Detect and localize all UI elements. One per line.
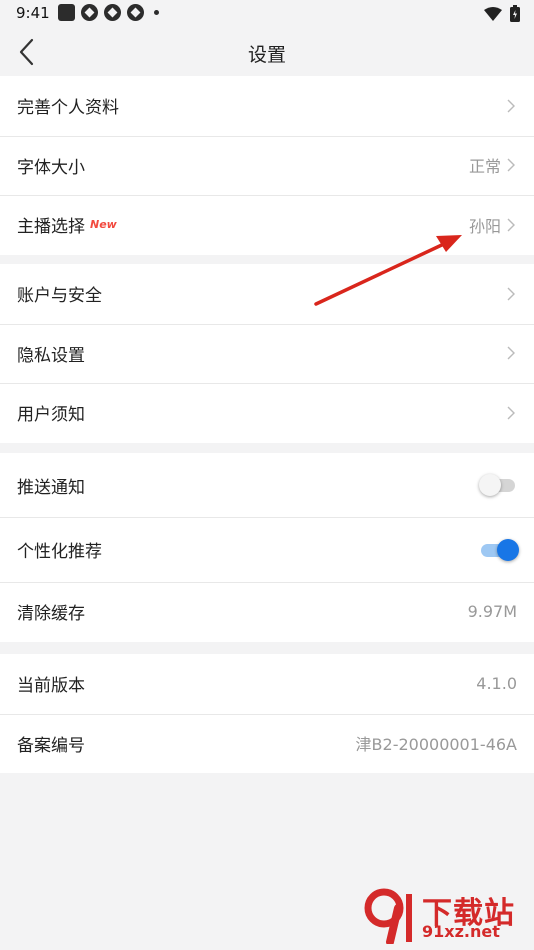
font-size-label: 字体大小 (17, 157, 85, 178)
account-security-label: 账户与安全 (17, 286, 102, 307)
chevron-right-icon (507, 98, 517, 114)
icp-record-label: 备案编号 (17, 735, 85, 756)
anchor-select-value: 孙阳 (468, 216, 501, 236)
profile-label: 完善个人资料 (17, 98, 119, 119)
watermark-logo-icon (364, 888, 412, 944)
settings-group-preferences: 推送通知 个性化推荐 清除缓存 9.97M (0, 453, 534, 642)
settings-group-profile: 完善个人资料 字体大小 正常 主播选择 New 孙阳 (0, 76, 534, 255)
chevron-right-icon (507, 345, 517, 361)
profile-row[interactable]: 完善个人资料 (0, 76, 534, 136)
watermark-url: 91xz.net (422, 922, 500, 941)
new-badge: New (90, 218, 117, 232)
clear-cache-row[interactable]: 清除缓存 9.97M (0, 582, 534, 642)
title-bar: 设置 (0, 28, 534, 76)
system-icons (484, 5, 520, 22)
notification-icon (127, 4, 144, 21)
settings-group-account: 账户与安全 隐私设置 用户须知 (0, 264, 534, 443)
anchor-select-label: 主播选择 (17, 217, 85, 238)
push-notification-label: 推送通知 (17, 477, 85, 498)
settings-group-about: 当前版本 4.1.0 备案编号 津B2-20000001-46A (0, 654, 534, 773)
wifi-icon (484, 6, 502, 21)
font-size-value: 正常 (468, 157, 501, 177)
chevron-right-icon (507, 405, 517, 421)
clear-cache-label: 清除缓存 (17, 604, 85, 625)
status-bar: 9:41 (0, 0, 534, 28)
privacy-settings-label: 隐私设置 (17, 345, 85, 366)
privacy-settings-row[interactable]: 隐私设置 (0, 323, 534, 384)
current-version-row: 当前版本 4.1.0 (0, 654, 534, 714)
font-size-row[interactable]: 字体大小 正常 (0, 135, 534, 196)
personalized-recommend-toggle[interactable] (479, 538, 519, 562)
personalized-recommend-row: 个性化推荐 (0, 517, 534, 582)
page-title: 设置 (247, 44, 286, 66)
anchor-select-row[interactable]: 主播选择 New 孙阳 (0, 195, 534, 255)
chevron-right-icon (507, 157, 517, 173)
icp-record-row: 备案编号 津B2-20000001-46A (0, 713, 534, 774)
current-version-label: 当前版本 (17, 676, 85, 697)
more-notifications-icon (154, 10, 159, 15)
push-notification-row: 推送通知 (0, 453, 534, 517)
push-notification-toggle[interactable] (479, 473, 517, 497)
current-version-value: 4.1.0 (476, 674, 517, 694)
user-notice-label: 用户须知 (17, 405, 85, 426)
chevron-right-icon (507, 286, 517, 302)
personalized-recommend-label: 个性化推荐 (17, 542, 102, 562)
battery-icon (510, 5, 520, 22)
account-security-row[interactable]: 账户与安全 (0, 264, 534, 324)
anchor-select-label-wrap: 主播选择 New (17, 212, 469, 237)
notification-icon (81, 4, 98, 21)
chevron-right-icon (507, 217, 517, 233)
cache-size-value: 9.97M (467, 602, 517, 622)
notification-icons (58, 4, 159, 21)
user-notice-row[interactable]: 用户须知 (0, 383, 534, 443)
app-notification-icon (58, 4, 75, 21)
watermark: 下载站 91xz.net (360, 886, 528, 946)
notification-icon (104, 4, 121, 21)
status-time: 9:41 (16, 4, 50, 22)
icp-record-value: 津B2-20000001-46A (355, 735, 517, 755)
